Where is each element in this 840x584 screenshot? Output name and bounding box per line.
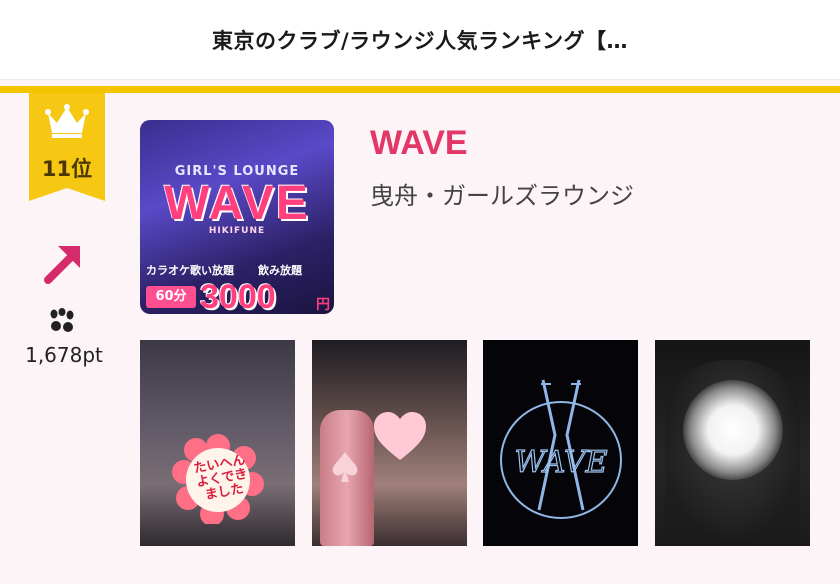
accent-divider — [0, 86, 840, 93]
cast-photo-3[interactable]: WAVE — [483, 340, 638, 546]
shop-name-link[interactable]: WAVE — [370, 124, 468, 163]
page-header: 東京のクラブ/ラウンジ人気ランキング【… — [0, 0, 840, 80]
wave-logo-icon: WAVE — [500, 379, 622, 519]
paw-icon — [50, 308, 74, 332]
shop-genre: 曳舟・ガールズラウンジ — [370, 182, 634, 210]
crown-icon — [45, 104, 89, 138]
cast-photo-4[interactable] — [655, 340, 810, 546]
page-title: 東京のクラブ/ラウンジ人気ランキング【… — [211, 28, 629, 53]
image-drink-text: 飲み放題 — [258, 264, 302, 277]
image-karaoke-text: カラオケ歌い放題 — [146, 264, 234, 277]
image-price-text: 3000 — [200, 278, 276, 314]
rank-badge: 11位 — [29, 93, 105, 201]
arrow-up-right-icon — [44, 246, 80, 284]
rank-label: 11位 — [41, 157, 93, 181]
blurred-face — [683, 380, 783, 480]
image-logo-text: WAVE — [164, 177, 310, 230]
points-value: 1,678pt — [25, 343, 103, 367]
image-sub-text: HIKIFUNE — [208, 226, 266, 236]
cast-photo-2[interactable] — [312, 340, 467, 546]
cast-photo-1[interactable]: たいへんよくできました — [140, 340, 295, 546]
image-yen-text: 円 — [316, 297, 330, 313]
heart-sticker-icon — [374, 412, 426, 460]
spade-icon — [332, 452, 358, 482]
wave-logo-text: WAVE — [514, 445, 607, 480]
shop-main-image[interactable]: GIRL'S LOUNGE WAVE HIKIFUNE カラオケ歌い放題 飲み放… — [140, 120, 334, 314]
image-duration-text: 60分 — [146, 286, 196, 308]
